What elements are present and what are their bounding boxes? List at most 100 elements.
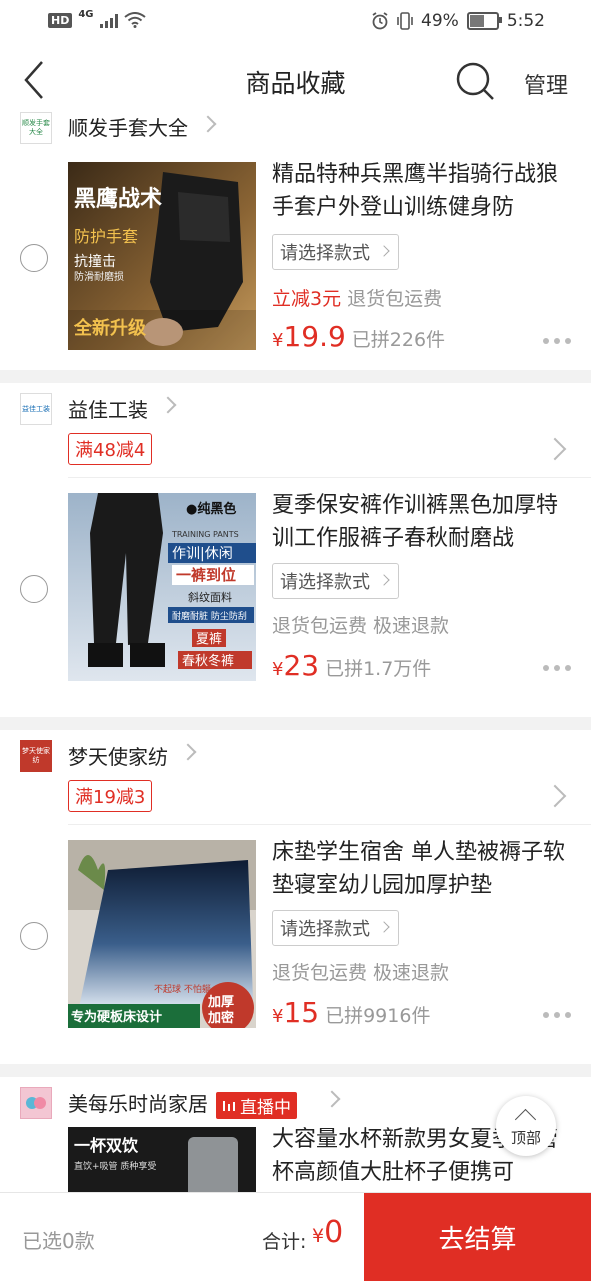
product-title[interactable]: 夏季保安裤作训裤黑色加厚特训工作服裤子春秋耐磨战	[272, 489, 572, 555]
price-value: 19.9	[283, 320, 346, 353]
wifi-icon	[123, 12, 146, 28]
promo-badge: 满19减3	[68, 780, 153, 812]
svg-text:春秋冬裤: 春秋冬裤	[182, 653, 234, 669]
bottom-bar: 已选0款 合计: ¥0 去结算	[0, 1192, 591, 1281]
shop-name[interactable]: 梦天使家纺	[68, 741, 168, 770]
svg-text:防滑耐磨损: 防滑耐磨损	[74, 270, 124, 283]
promo-row[interactable]: 满48减4	[0, 433, 591, 477]
select-radio[interactable]	[20, 922, 48, 950]
product-image[interactable]: ●纯黑色 TRAINING PANTS 作训|休闲 一裤到位 斜纹面料 耐磨耐脏…	[68, 493, 256, 681]
sold-count: 已拼1.7万件	[325, 658, 432, 680]
clock: 5:52	[506, 11, 545, 31]
more-options-icon[interactable]	[543, 1012, 571, 1020]
product-title[interactable]: 床垫学生宿舍 单人垫被褥子软垫寝室幼儿园加厚护垫	[272, 836, 572, 902]
product-item[interactable]: ●纯黑色 TRAINING PANTS 作训|休闲 一裤到位 斜纹面料 耐磨耐脏…	[0, 493, 591, 701]
back-to-top-button[interactable]: 顶部	[496, 1096, 556, 1156]
live-badge[interactable]: 直播中	[216, 1092, 297, 1119]
vibrate-icon	[397, 12, 413, 30]
more-options-icon[interactable]	[543, 338, 571, 346]
hd-indicator: HD	[48, 12, 73, 28]
select-radio[interactable]	[20, 244, 48, 272]
currency-symbol: ¥	[272, 1006, 284, 1027]
service-tag: 退货包运费 极速退款	[272, 962, 450, 984]
chevron-right-icon	[323, 1090, 341, 1108]
svg-text:抗撞击: 抗撞击	[74, 254, 116, 270]
checkout-button[interactable]: 去结算	[364, 1193, 591, 1281]
service-tag: 退货包运费	[347, 288, 443, 310]
divider	[68, 824, 591, 825]
selected-count: 已选0款	[22, 1229, 95, 1253]
live-bars-icon	[223, 1100, 235, 1111]
currency-symbol: ¥	[312, 1225, 325, 1247]
svg-text:不起球 不怕躺: 不起球 不怕躺	[154, 983, 211, 995]
back-to-top-label: 顶部	[510, 1129, 541, 1147]
battery-icon	[466, 12, 502, 30]
price-value: 15	[283, 996, 320, 1029]
battery-percent: 49%	[421, 11, 459, 31]
signal-icon	[99, 12, 118, 28]
shop-header[interactable]: 益佳工装 益佳工装	[0, 383, 591, 433]
shop-name[interactable]: 美每乐时尚家居 直播中	[68, 1088, 297, 1119]
chevron-right-icon	[199, 115, 217, 133]
product-item[interactable]: 黑鹰战术 防护手套 抗撞击 防滑耐磨损 全新升级 精品特种兵黑鹰半指骑行战狼手套…	[0, 162, 591, 370]
svg-text:夏裤: 夏裤	[196, 632, 222, 647]
favorites-list: 顺发手套大全 顺发手套大全 黑鹰战术 防护手套 抗撞击 防滑耐磨损 全新升级 精…	[0, 106, 591, 1192]
service-tag: 退货包运费 极速退款	[272, 615, 450, 637]
shop-name-text[interactable]: 美每乐时尚家居	[68, 1092, 208, 1116]
product-image[interactable]: 一杯双饮 直饮+吸管 质种享受	[68, 1127, 256, 1192]
shop-logo[interactable]: 益佳工装	[20, 393, 52, 425]
discount-tag: 立减3元	[272, 288, 342, 310]
product-item[interactable]: 不起球 不怕躺 专为硬板床设计 加厚 加密 床垫学生宿舍 单人垫被褥子软垫寝室幼…	[0, 840, 591, 1048]
total-amount: ¥0	[312, 1215, 343, 1250]
shop-card: 益佳工装 益佳工装 满48减4 ●纯黑色 TRAINING PANTS 作训|休…	[0, 383, 591, 717]
divider	[68, 477, 591, 478]
manage-button[interactable]: 管理	[524, 68, 568, 100]
svg-text:一杯双饮: 一杯双饮	[74, 1136, 139, 1155]
select-radio[interactable]	[20, 575, 48, 603]
search-icon[interactable]	[454, 60, 496, 102]
chevron-right-icon	[159, 396, 177, 414]
promo-row[interactable]: 满19减3	[0, 780, 591, 824]
spec-selector[interactable]: 请选择款式	[272, 234, 399, 270]
svg-text:专为硬板床设计: 专为硬板床设计	[71, 1009, 162, 1025]
promo-badge: 满48减4	[68, 433, 153, 465]
shop-logo[interactable]: 梦天使家纺	[20, 740, 52, 772]
status-bar: HD 4G 49% 5:52	[0, 0, 591, 44]
svg-text:加厚: 加厚	[207, 994, 234, 1010]
svg-text:斜纹面料: 斜纹面料	[188, 590, 232, 604]
svg-text:●纯黑色: ●纯黑色	[186, 501, 236, 517]
spec-selector[interactable]: 请选择款式	[272, 563, 399, 599]
price: ¥23 已拼1.7万件	[272, 649, 431, 682]
product-tags: 立减3元 退货包运费	[272, 284, 442, 311]
svg-text:加密: 加密	[207, 1010, 234, 1026]
shop-name[interactable]: 顺发手套大全	[68, 112, 188, 141]
total-label: 合计:	[262, 1231, 307, 1253]
svg-text:作训|休闲: 作训|休闲	[172, 546, 233, 562]
total-value: 0	[324, 1215, 344, 1250]
price: ¥15 已拼9916件	[272, 996, 430, 1029]
product-image[interactable]: 不起球 不怕躺 专为硬板床设计 加厚 加密	[68, 840, 256, 1028]
sold-count: 已拼9916件	[325, 1005, 431, 1027]
shop-header[interactable]: 梦天使家纺 梦天使家纺	[0, 730, 591, 780]
product-image[interactable]: 黑鹰战术 防护手套 抗撞击 防滑耐磨损 全新升级	[68, 162, 256, 350]
shop-logo[interactable]	[20, 1087, 52, 1119]
live-label: 直播中	[240, 1098, 291, 1118]
shop-header[interactable]: 顺发手套大全 顺发手套大全	[0, 106, 591, 146]
svg-text:防护手套: 防护手套	[74, 227, 138, 246]
svg-text:耐磨耐脏 防尘防刮: 耐磨耐脏 防尘防刮	[172, 610, 247, 622]
svg-text:直饮+吸管 质种享受: 直饮+吸管 质种享受	[74, 1160, 156, 1172]
section-separator	[0, 370, 591, 383]
shop-logo[interactable]: 顺发手套大全	[20, 112, 52, 144]
shop-card: 顺发手套大全 顺发手套大全 黑鹰战术 防护手套 抗撞击 防滑耐磨损 全新升级 精…	[0, 106, 591, 370]
shop-name[interactable]: 益佳工装	[68, 394, 148, 423]
svg-text:全新升级: 全新升级	[73, 317, 147, 339]
section-separator	[0, 1064, 591, 1077]
svg-text:黑鹰战术: 黑鹰战术	[74, 186, 162, 212]
network-indicator: 4G	[78, 8, 94, 20]
more-options-icon[interactable]	[543, 665, 571, 673]
currency-symbol: ¥	[272, 659, 284, 680]
svg-text:一裤到位: 一裤到位	[176, 566, 236, 584]
currency-symbol: ¥	[272, 330, 284, 351]
spec-selector[interactable]: 请选择款式	[272, 910, 399, 946]
product-title[interactable]: 精品特种兵黑鹰半指骑行战狼手套户外登山训练健身防	[272, 158, 572, 224]
